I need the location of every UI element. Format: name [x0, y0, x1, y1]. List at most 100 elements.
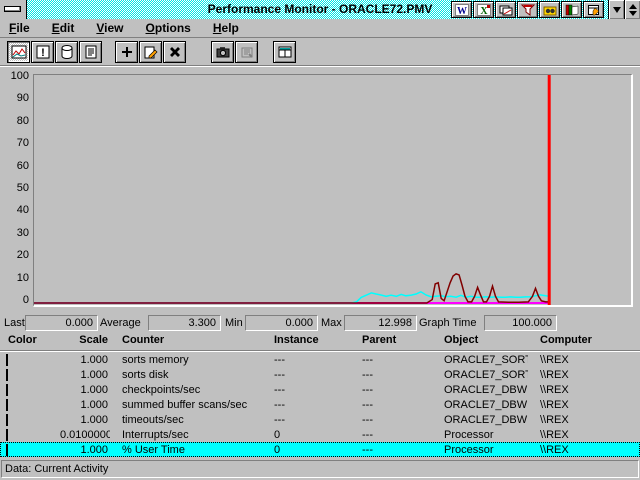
color-swatch: [6, 369, 8, 381]
menu-file[interactable]: File: [0, 21, 41, 35]
performance-monitor-window: { "window": { "title": "Performance Moni…: [0, 0, 640, 480]
legend-row-sorts-memory[interactable]: 1.000 sorts memory --- --- ORACLE7_SORTS…: [0, 352, 640, 367]
filter-icon-button[interactable]: [517, 1, 538, 18]
y-tick: 90: [0, 92, 29, 104]
svg-text:!: !: [41, 47, 45, 59]
status-bar: Data: Current Activity: [1, 460, 639, 478]
log-view-icon: [59, 44, 75, 60]
average-value: 3.300: [148, 315, 221, 331]
report-view-button[interactable]: [79, 41, 102, 63]
menu-options[interactable]: Options: [135, 21, 202, 35]
y-tick: 0: [0, 294, 29, 306]
modify-counter-button[interactable]: [139, 41, 162, 63]
chart-plot-svg: [34, 75, 631, 305]
toolbar: !: [0, 39, 640, 66]
report-view-icon: [83, 44, 99, 60]
mail-icon: [499, 4, 513, 16]
notebook-icon: [587, 4, 601, 16]
header-scale: Scale: [60, 334, 110, 349]
legend-row-interrupts[interactable]: 0.0100000 Interrupts/sec 0 --- Processor…: [0, 427, 640, 442]
restore-button[interactable]: [624, 0, 640, 19]
status-text: Data: Current Activity: [5, 463, 108, 475]
mail-icon-button[interactable]: [495, 1, 516, 18]
header-instance: Instance: [262, 334, 350, 349]
alert-view-icon: !: [35, 44, 51, 60]
header-computer: Computer: [528, 334, 640, 349]
chart-view-button[interactable]: [7, 41, 30, 63]
max-value: 12.998: [344, 315, 417, 331]
color-swatch: [6, 429, 8, 441]
menu-help[interactable]: Help: [202, 21, 250, 35]
excel-icon: X: [477, 4, 491, 16]
color-swatch: [6, 384, 8, 396]
y-tick: 10: [0, 272, 29, 284]
delete-counter-button[interactable]: [163, 41, 186, 63]
place-bookmark-icon: [239, 44, 255, 60]
find-file-icon-button[interactable]: [539, 1, 560, 18]
min-label: Min: [225, 317, 243, 329]
color-swatch: [6, 399, 8, 411]
min-value: 0.000: [245, 315, 318, 331]
legend-header: Color Scale Counter Instance Parent Obje…: [0, 334, 640, 349]
y-tick: 60: [0, 160, 29, 172]
graph-time-value: 100.000: [484, 315, 557, 331]
y-tick: 20: [0, 249, 29, 261]
books-icon-button[interactable]: [561, 1, 582, 18]
color-swatch: [6, 444, 8, 456]
series--user-time: [34, 274, 549, 303]
word-icon-button[interactable]: W: [451, 1, 472, 18]
y-tick: 40: [0, 204, 29, 216]
legend-row-summed-buffer-scans[interactable]: 1.000 summed buffer scans/sec --- --- OR…: [0, 397, 640, 412]
chart-plot-area: [33, 74, 633, 307]
title-bar: Performance Monitor - ORACLE72.PMV W X: [0, 0, 640, 19]
options-button[interactable]: [273, 41, 296, 63]
office-shortcut-toolbar: W X: [451, 0, 604, 19]
update-data-button[interactable]: [211, 41, 234, 63]
legend-rows: 1.000 sorts memory --- --- ORACLE7_SORTS…: [0, 352, 640, 457]
header-parent: Parent: [350, 334, 432, 349]
minimize-icon: [613, 7, 621, 13]
color-swatch: [6, 354, 8, 366]
word-icon: W: [455, 4, 469, 16]
legend-row-timeouts[interactable]: 1.000 timeouts/sec --- --- ORACLE7_DBWR …: [0, 412, 640, 427]
svg-text:W: W: [457, 6, 467, 16]
legend-row-sorts-disk[interactable]: 1.000 sorts disk --- --- ORACLE7_SORTS \…: [0, 367, 640, 382]
header-counter: Counter: [110, 334, 262, 349]
options-icon: [277, 44, 293, 60]
restore-icon: [629, 4, 637, 16]
window-buttons: [608, 0, 640, 19]
add-counter-button[interactable]: [115, 41, 138, 63]
y-tick: 70: [0, 137, 29, 149]
average-label: Average: [100, 317, 141, 329]
books-icon: [565, 4, 579, 16]
update-data-camera-icon: [215, 44, 231, 60]
log-view-button[interactable]: [55, 41, 78, 63]
excel-icon-button[interactable]: X: [473, 1, 494, 18]
alert-view-button[interactable]: !: [31, 41, 54, 63]
chart-view-icon: [11, 44, 27, 60]
y-tick: 80: [0, 115, 29, 127]
chart-y-axis: 100 90 80 70 60 50 40 30 20 10 0: [0, 70, 29, 306]
filter-icon: [521, 4, 535, 16]
notebook-icon-button[interactable]: [583, 1, 604, 18]
find-file-icon: [543, 4, 557, 16]
y-tick: 50: [0, 182, 29, 194]
color-swatch: [6, 414, 8, 426]
menu-edit[interactable]: Edit: [41, 21, 86, 35]
place-bookmark-button[interactable]: [235, 41, 258, 63]
legend-row-user-time-selected[interactable]: 1.000 % User Time 0 --- Processor \\REX: [0, 442, 640, 457]
graph-time-label: Graph Time: [419, 317, 476, 329]
header-object: Object: [432, 334, 528, 349]
modify-counter-icon: [143, 44, 159, 60]
value-bar: Last 0.000 Average 3.300 Min 0.000 Max 1…: [0, 314, 640, 333]
last-label: Last: [4, 317, 25, 329]
minimize-button[interactable]: [608, 0, 624, 19]
header-color: Color: [0, 334, 60, 349]
legend-row-checkpoints[interactable]: 1.000 checkpoints/sec --- --- ORACLE7_DB…: [0, 382, 640, 397]
delete-counter-icon: [167, 44, 183, 60]
menu-bar: File Edit View Options Help: [0, 19, 640, 38]
last-value: 0.000: [25, 315, 98, 331]
menu-view[interactable]: View: [85, 21, 134, 35]
y-tick: 30: [0, 227, 29, 239]
max-label: Max: [321, 317, 342, 329]
